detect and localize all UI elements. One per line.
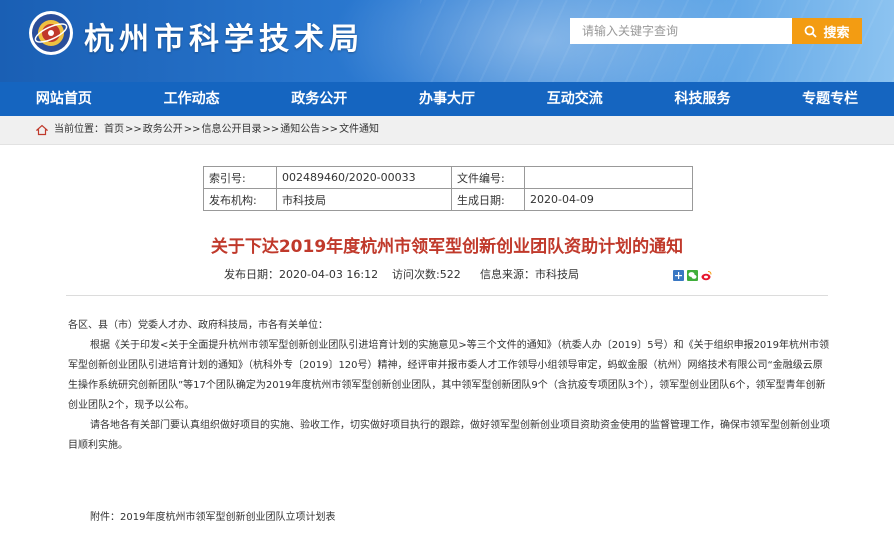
home-icon [36,124,48,136]
content-divider [66,295,828,296]
issuer-label: 发布机构: [203,188,277,211]
publish-date: 发布日期：2020-04-03 16:12 [224,268,379,281]
document-info-table: 索引号: 002489460/2020-00033 文件编号: 发布机构: 市科… [203,166,693,211]
header-banner: 杭州市科学技术局 请输入关键字查询 搜索 [0,0,894,82]
breadcrumb-gov-affairs[interactable]: 政务公开 [143,116,183,144]
breadcrumb-home[interactable]: 首页 [104,116,124,144]
search-button[interactable]: 搜索 [792,18,862,44]
table-row: 发布机构: 市科技局 生成日期: 2020-04-09 [203,188,693,211]
weibo-icon[interactable] [701,266,712,281]
search-input[interactable]: 请输入关键字查询 [570,18,792,44]
share-plus-icon[interactable] [673,266,684,281]
table-row: 索引号: 002489460/2020-00033 文件编号: [203,166,693,189]
index-label: 索引号: [203,166,277,189]
article-title: 关于下达2019年度杭州市领军型创新创业团队资助计划的通知 [210,237,684,257]
doc-number-label: 文件编号: [451,166,525,189]
wechat-icon[interactable] [687,266,698,281]
nav-item-special-topics[interactable]: 专题专栏 [766,82,894,116]
breadcrumb-separator: >> [183,124,201,135]
paragraph-2: 请各地各有关部门要认真组织做好项目的实施、验收工作，切实做好项目执行的跟踪，做好… [68,420,830,451]
doc-number-value [524,166,693,189]
article-body: 各区、县（市）党委人才办、政府科技局，市各有关单位： 根据《关于印发<关于全面提… [68,316,832,456]
paragraph-1: 根据《关于印发<关于全面提升杭州市领军型创新创业团队引进培育计划的实施意见>等三… [68,340,830,411]
search-button-label: 搜索 [823,25,850,41]
attachment-link[interactable]: 附件：2019年度杭州市领军型创新创业团队立项计划表 [90,508,335,523]
breadcrumb-info-catalog[interactable]: 信息公开目录 [202,116,262,144]
search-icon [805,25,818,38]
date-value: 2020-04-09 [524,188,693,211]
nav-item-gov-affairs[interactable]: 政务公开 [255,82,383,116]
site-title[interactable]: 杭州市科学技术局 [84,14,364,58]
nav-item-work-news[interactable]: 工作动态 [128,82,256,116]
breadcrumb-separator: >> [125,124,142,135]
emblem-logo[interactable] [28,10,74,56]
visit-count: 访问次数:522 [392,268,461,281]
breadcrumb-file-notices[interactable]: 文件通知 [339,116,379,144]
breadcrumb: 当前位置： 首页 >> 政务公开 >> 信息公开目录 >> 通知公告 >> 文件… [36,116,379,144]
nav-item-service-hall[interactable]: 办事大厅 [383,82,511,116]
breadcrumb-separator: >> [262,124,280,135]
info-source: 信息来源：市科技局 [480,268,579,281]
nav-item-home[interactable]: 网站首页 [0,82,128,116]
nav-item-tech-service[interactable]: 科技服务 [639,82,767,116]
salutation: 各区、县（市）党委人才办、政府科技局，市各有关单位： [68,320,328,331]
breadcrumb-bar: 当前位置： 首页 >> 政务公开 >> 信息公开目录 >> 通知公告 >> 文件… [0,116,894,145]
date-label: 生成日期: [451,188,525,211]
breadcrumb-separator: >> [321,124,339,135]
breadcrumb-prefix: 当前位置： [54,124,104,135]
issuer-value: 市科技局 [276,188,452,211]
breadcrumb-notices[interactable]: 通知公告 [280,116,320,144]
nav-item-interaction[interactable]: 互动交流 [511,82,639,116]
main-nav: 网站首页 工作动态 政务公开 办事大厅 互动交流 科技服务 专题专栏 [0,82,894,116]
index-value: 002489460/2020-00033 [276,166,452,189]
share-bar [673,266,712,281]
